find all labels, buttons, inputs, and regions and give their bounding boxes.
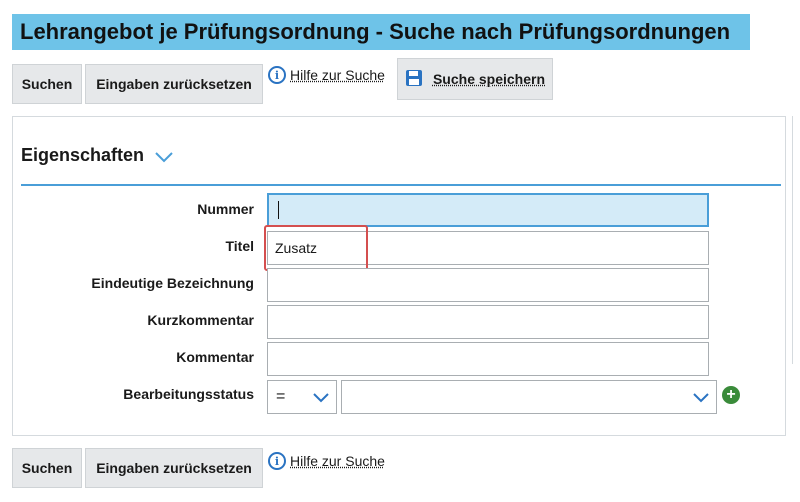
help-search-label: Hilfe zur Suche	[290, 67, 385, 83]
section-title: Eigenschaften	[21, 145, 145, 165]
help-search-label-bottom: Hilfe zur Suche	[290, 453, 385, 469]
kommentar-field[interactable]	[267, 342, 709, 376]
operator-select[interactable]: =	[267, 380, 337, 414]
info-circle-icon: i	[268, 66, 286, 84]
status-select[interactable]	[341, 380, 717, 414]
reset-inputs-button-bottom[interactable]: Eingaben zurücksetzen	[85, 448, 263, 488]
save-search-button[interactable]: Suche speichern	[397, 58, 553, 100]
kurzkommentar-field[interactable]	[267, 305, 709, 339]
nummer-label: Nummer	[197, 201, 254, 217]
side-panel-edge	[792, 116, 800, 364]
chevron-down-icon	[312, 391, 330, 409]
floppy-disk-icon	[405, 69, 423, 90]
text-cursor	[278, 201, 279, 219]
plus-circle-icon[interactable]: +	[722, 386, 740, 404]
search-button[interactable]: Suchen	[12, 64, 82, 104]
reset-inputs-button[interactable]: Eingaben zurücksetzen	[85, 64, 263, 104]
info-circle-icon: i	[268, 452, 286, 470]
help-search-link[interactable]: i Hilfe zur Suche	[268, 66, 385, 84]
eindeutige-bezeichnung-field[interactable]	[267, 268, 709, 302]
operator-value: =	[276, 388, 286, 405]
help-search-link-bottom[interactable]: i Hilfe zur Suche	[268, 452, 385, 470]
save-search-label: Suche speichern	[432, 71, 546, 87]
titel-label: Titel	[225, 238, 254, 254]
nummer-field[interactable]	[267, 193, 709, 227]
chevron-down-icon[interactable]	[154, 150, 174, 169]
bearbeitungsstatus-label: Bearbeitungsstatus	[123, 386, 254, 402]
search-button-bottom[interactable]: Suchen	[12, 448, 82, 488]
eindeutige-bezeichnung-label: Eindeutige Bezeichnung	[91, 275, 254, 291]
kommentar-label: Kommentar	[176, 349, 254, 365]
titel-highlight	[264, 225, 368, 271]
chevron-down-icon	[692, 391, 710, 409]
kurzkommentar-label: Kurzkommentar	[147, 312, 254, 328]
page-title: Lehrangebot je Prüfungsordnung - Suche n…	[12, 14, 750, 50]
section-divider	[21, 184, 781, 186]
